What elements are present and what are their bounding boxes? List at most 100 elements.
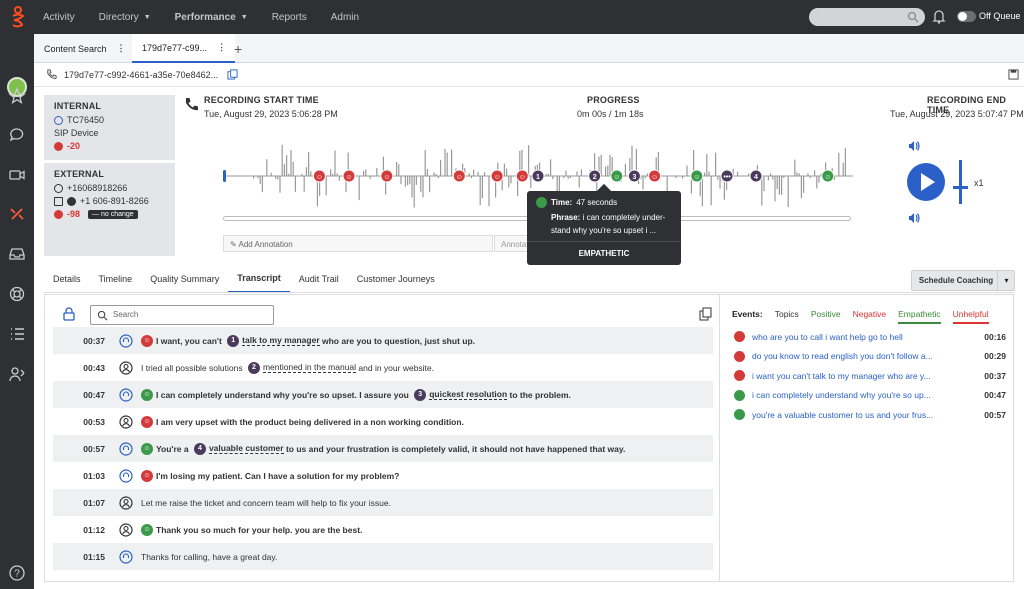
topic-marker[interactable]: 2 [588, 169, 602, 183]
transcript-row[interactable]: 00:47 ☺ I can completely understand why yo… [53, 381, 713, 408]
negative-event-marker[interactable]: ☺ [342, 169, 356, 183]
schedule-dropdown-button[interactable]: ▾ [997, 270, 1015, 291]
play-button[interactable] [907, 163, 945, 201]
event-row[interactable]: you're a valuable customer to us and you… [734, 405, 1006, 424]
transcript-search-input[interactable]: Search [90, 305, 274, 325]
transcript-row[interactable]: 01:12 ☺ Thank you so much for your help. y… [53, 516, 713, 543]
negative-event-marker[interactable]: ☺ [648, 169, 662, 183]
events-filter-positive[interactable]: Positive [811, 309, 841, 324]
users-icon[interactable] [8, 365, 26, 383]
transcript-time[interactable]: 00:37 [53, 336, 105, 346]
topic-number-badge[interactable]: 4 [193, 442, 206, 455]
kebab-menu-icon[interactable]: ⋮ [217, 42, 226, 53]
copy-icon[interactable] [54, 196, 63, 206]
more-events-marker[interactable]: ••• [720, 169, 734, 183]
queue-toggle[interactable] [957, 11, 976, 22]
star-icon[interactable] [8, 87, 26, 105]
transcript-time[interactable]: 01:07 [53, 498, 105, 508]
event-row[interactable]: who are you to call i want help go to he… [734, 327, 1006, 346]
kebab-menu-icon[interactable]: ⋮ [117, 43, 126, 54]
events-filter-topics[interactable]: Topics [775, 309, 799, 324]
add-tab-icon[interactable]: + [234, 41, 242, 57]
positive-event-marker[interactable]: ☺ [690, 169, 704, 183]
topic-marker[interactable]: 1 [531, 169, 545, 183]
events-filter-negative[interactable]: Negative [853, 309, 887, 324]
negative-event-marker[interactable]: ☺ [312, 169, 326, 183]
list-icon[interactable] [8, 325, 26, 343]
nav-item-activity[interactable]: Activity [43, 12, 75, 23]
transcript-time[interactable]: 01:03 [53, 471, 105, 481]
negative-event-marker[interactable]: ☺ [490, 169, 504, 183]
nav-item-reports[interactable]: Reports [272, 12, 307, 23]
info-icon[interactable] [67, 196, 76, 206]
positive-sentiment-icon [734, 389, 745, 401]
topic-marker[interactable]: 4 [749, 169, 763, 183]
tab-transcript[interactable]: Transcript [228, 265, 290, 293]
tab-audit-trail[interactable]: Audit Trail [290, 265, 348, 293]
events-filter-empathetic[interactable]: Empathetic [898, 309, 941, 324]
event-row[interactable]: i can completely understand why you're s… [734, 386, 1006, 405]
copy-icon[interactable] [227, 69, 238, 80]
negative-event-marker[interactable]: ☺ [515, 169, 529, 183]
transcript-row[interactable]: 00:37 ☺ I want, you can't 1 talk to my mana… [53, 327, 713, 354]
transcript-row[interactable]: 00:57 ☺ You're a 4 valuable customer to us … [53, 435, 713, 462]
tab-quality-summary[interactable]: Quality Summary [141, 265, 228, 293]
transcript-row[interactable]: 00:43 I tried all possible solutions 2 men… [53, 354, 713, 381]
positive-event-marker[interactable]: ☺ [821, 169, 835, 183]
event-phrase-link[interactable]: i want you can't talk to my manager who … [752, 371, 942, 381]
event-phrase-link[interactable]: do you know to read english you don't fo… [752, 351, 942, 361]
speed-slider-handle[interactable] [953, 186, 968, 189]
chat-icon[interactable] [8, 126, 26, 144]
transcript-time[interactable]: 00:57 [53, 444, 105, 454]
phone-hangup-icon[interactable] [8, 205, 26, 223]
tab-timeline[interactable]: Timeline [90, 265, 142, 293]
topic-number-badge[interactable]: 2 [247, 361, 260, 374]
tooltip-phrase-label: Phrase: [551, 213, 581, 222]
event-phrase-link[interactable]: you're a valuable customer to us and you… [752, 410, 942, 420]
event-row[interactable]: do you know to read english you don't fo… [734, 347, 1006, 366]
inbox-icon[interactable] [8, 245, 26, 263]
bell-icon[interactable] [932, 9, 946, 24]
lock-icon[interactable] [62, 307, 76, 321]
tab-content-search[interactable]: Content Search ⋮ [34, 34, 135, 63]
save-icon[interactable] [1008, 69, 1019, 80]
topic-number-badge[interactable]: 1 [227, 334, 240, 347]
copy-transcript-icon[interactable] [699, 307, 713, 321]
negative-event-marker[interactable]: ☺ [380, 169, 394, 183]
volume-up-icon[interactable] [907, 139, 921, 153]
waveform-bar [279, 176, 281, 193]
transcript-row[interactable]: 00:53 ☺ I am very upset with the product b… [53, 408, 713, 435]
transcript-row[interactable]: 01:15 Thanks for calling, have a great da… [53, 543, 713, 570]
event-row[interactable]: i want you can't talk to my manager who … [734, 366, 1006, 385]
playhead-handle[interactable] [223, 170, 226, 182]
tab-customer-journeys[interactable]: Customer Journeys [348, 265, 444, 293]
negative-event-marker[interactable]: ☺ [452, 169, 466, 183]
help-icon[interactable]: ? [8, 564, 26, 582]
event-phrase-link[interactable]: i can completely understand why you're s… [752, 390, 942, 400]
topic-number-badge[interactable]: 3 [414, 388, 427, 401]
nav-item-admin[interactable]: Admin [331, 12, 359, 23]
tab-conversation[interactable]: 179d7e77-c99... ⋮ [132, 34, 236, 63]
global-search-input[interactable] [809, 8, 925, 26]
transcript-time[interactable]: 01:15 [53, 552, 105, 562]
transcript-time[interactable]: 00:53 [53, 417, 105, 427]
transcript-row[interactable]: 01:03 ☺ I'm losing my patient. Can I have … [53, 462, 713, 489]
add-annotation-input[interactable]: ✎ Add Annotation [223, 235, 493, 252]
events-filter-unhelpful[interactable]: Unhelpful [952, 309, 989, 324]
lifebuoy-icon[interactable] [8, 285, 26, 303]
positive-event-marker[interactable]: ☺ [610, 169, 624, 183]
nav-item-performance[interactable]: Performance ▼ [175, 12, 248, 23]
topic-marker[interactable]: 3 [627, 169, 641, 183]
transcript-time[interactable]: 01:12 [53, 525, 105, 535]
video-icon[interactable] [8, 166, 26, 184]
genesys-logo-icon[interactable] [9, 6, 27, 28]
transcript-time[interactable]: 00:43 [53, 363, 105, 373]
transcript-time[interactable]: 00:47 [53, 390, 105, 400]
transcript-row[interactable]: 01:07 Let me raise the ticket and concern… [53, 489, 713, 516]
event-phrase-link[interactable]: who are you to call i want help go to he… [752, 332, 942, 342]
volume-down-icon[interactable] [907, 211, 921, 225]
speed-slider-track[interactable] [959, 160, 962, 204]
tab-details[interactable]: Details [44, 265, 90, 293]
nav-item-directory[interactable]: Directory ▼ [99, 12, 151, 23]
text-segment: I'm losing my patient. Can I have a solu… [156, 470, 400, 481]
